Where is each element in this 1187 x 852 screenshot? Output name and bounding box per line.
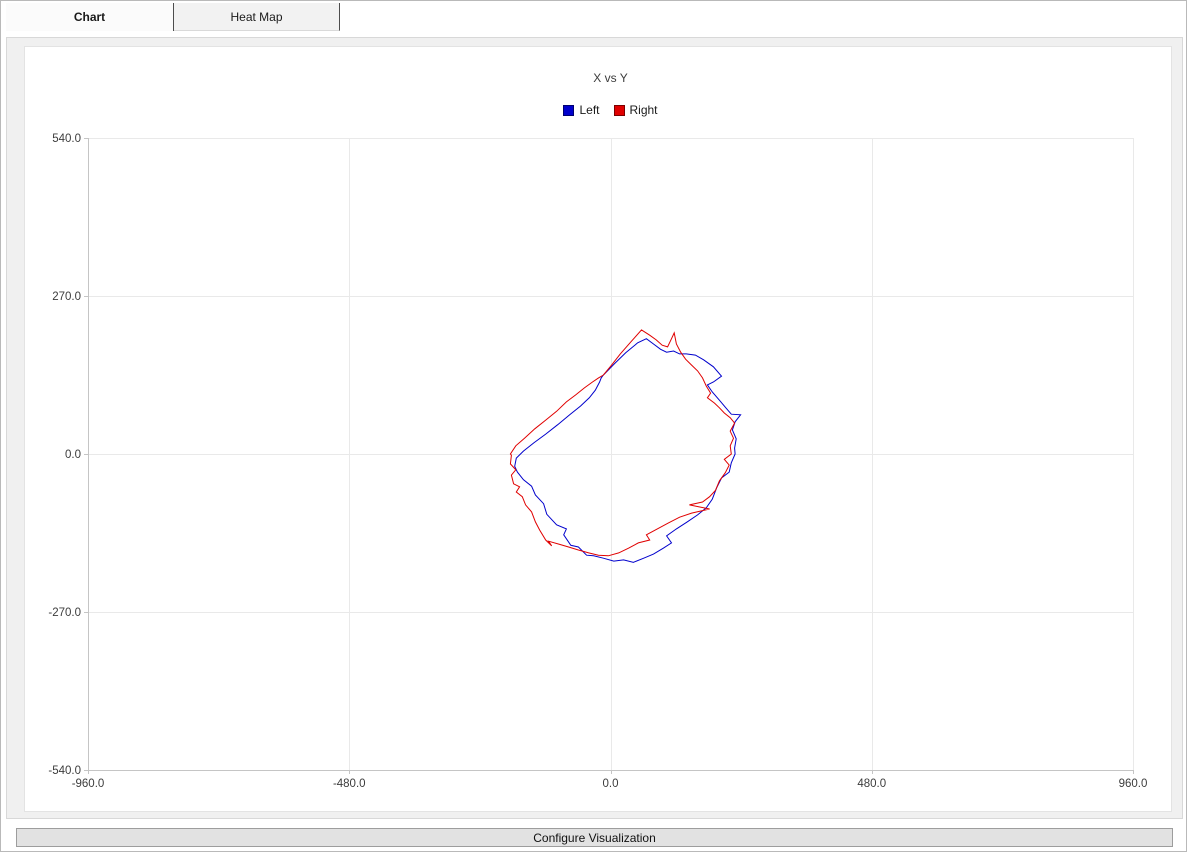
- tab-chart-label: Chart: [74, 10, 105, 24]
- x-tick-label: 0.0: [603, 778, 619, 790]
- y-tick-label: -270.0: [48, 607, 81, 619]
- chart-title: X vs Y: [88, 71, 1133, 85]
- x-tick-label: 960.0: [1119, 778, 1148, 790]
- tab-heat-map[interactable]: Heat Map: [174, 3, 340, 31]
- legend-label-left: Left: [579, 103, 599, 117]
- chart-svg: -540.0 -270.0 0.0 270.0 540.0 -960.0 -480.0 0.0…: [25, 47, 1173, 813]
- legend-swatch-left: [563, 105, 574, 116]
- x-tick-label: -480.0: [333, 778, 366, 790]
- legend-item-left: Left: [563, 103, 599, 117]
- configure-visualization-button[interactable]: Configure Visualization: [16, 828, 1173, 847]
- x-tick-label: -960.0: [72, 778, 105, 790]
- y-tick-label: 540.0: [52, 133, 81, 145]
- legend-label-right: Right: [630, 103, 658, 117]
- y-tick-label: 270.0: [52, 291, 81, 303]
- chart-surface: -540.0 -270.0 0.0 270.0 540.0 -960.0 -480.0 0.0…: [24, 46, 1172, 812]
- tab-bar: Chart Heat Map: [6, 3, 340, 31]
- y-tick-label: -540.0: [48, 765, 81, 777]
- legend-swatch-right: [614, 105, 625, 116]
- chart-legend: Left Right: [88, 103, 1133, 117]
- tab-heat-map-label: Heat Map: [230, 10, 282, 24]
- xy-plot: -540.0 -270.0 0.0 270.0 540.0 -960.0 -480.0 0.0…: [25, 47, 1173, 813]
- legend-item-right: Right: [614, 103, 658, 117]
- tab-chart[interactable]: Chart: [6, 3, 174, 31]
- y-tick-label: 0.0: [65, 449, 81, 461]
- x-tick-label: 480.0: [857, 778, 886, 790]
- series-left-line: [515, 339, 741, 563]
- app-window: Chart Heat Map -540.0 -270.0 0.0 270.0 540.0…: [0, 0, 1187, 852]
- chart-panel: -540.0 -270.0 0.0 270.0 540.0 -960.0 -480.0 0.0…: [6, 37, 1183, 819]
- series-right-line: [510, 330, 734, 556]
